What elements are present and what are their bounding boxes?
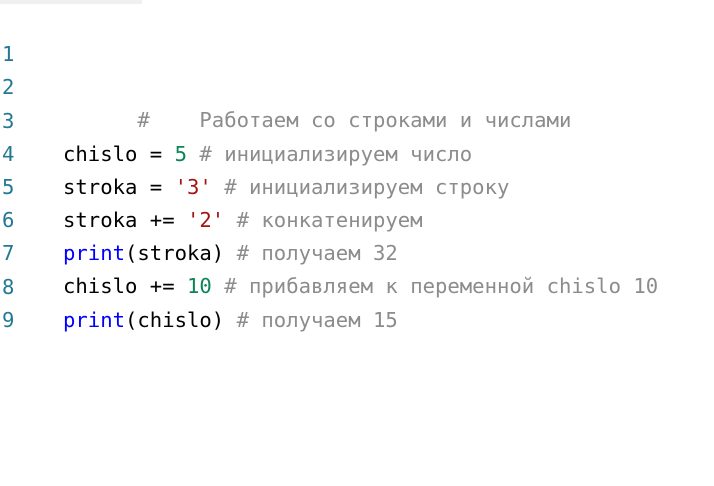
code-content[interactable]: stroka += '2' # конкатенируем [63,204,423,237]
code-comment: # конкатенируем [224,208,423,232]
code-content[interactable]: print(stroka) # получаем 32 [63,237,398,270]
code-line[interactable]: 2 [0,38,50,99]
code-identifier: stroka = [63,175,175,199]
code-content[interactable]: stroka = '3' # инициализируем строку [63,171,509,204]
code-content[interactable]: print(chislo) # получаем 15 [63,304,398,337]
code-identifier: chislo += [63,274,187,298]
code-line[interactable]: 8 print(chislo) # получаем 15 [0,238,398,332]
code-string: '3' [174,175,212,199]
code-builtin: print [63,308,125,332]
code-comment: # инициализируем число [187,142,473,166]
code-line[interactable]: 5 stroka += '2' # конкатенируем [0,138,423,232]
code-builtin: print [63,241,125,265]
code-identifier: (stroka) [125,241,225,265]
editor-top-strip [0,0,142,4]
code-comment: # Работаем со строками и числами [137,108,572,132]
code-comment: # инициализируем строку [211,175,510,199]
code-string: '2' [187,208,225,232]
code-identifier: (chislo) [125,308,225,332]
code-comment: # прибавляем к переменной chislo 10 [211,274,659,298]
code-content[interactable]: chislo = 5 # инициализируем число [63,138,472,171]
code-comment: # получаем 15 [224,308,398,332]
code-line[interactable]: 7 chislo += 10 # прибавляем к переменной… [0,204,658,298]
code-line[interactable]: 6 print(stroka) # получаем 32 [0,171,398,265]
code-number: 5 [174,142,187,166]
code-line[interactable]: 4 stroka = '3' # инициализируем строку [0,105,509,199]
code-comment: # получаем 32 [224,241,398,265]
code-line[interactable]: 3 chislo = 5 # инициализируем число [0,72,472,166]
code-content[interactable]: chislo += 10 # прибавляем к переменной c… [63,270,658,303]
code-number: 10 [187,274,212,298]
code-line[interactable]: 9 [0,271,50,332]
line-number: 9 [2,308,15,332]
code-editor[interactable]: 1 # Работаем со строками и числами 2 3 c… [0,0,714,486]
code-identifier: chislo = [63,142,175,166]
code-line[interactable]: 1 # Работаем со строками и числами [0,5,571,132]
code-identifier: stroka += [63,208,187,232]
